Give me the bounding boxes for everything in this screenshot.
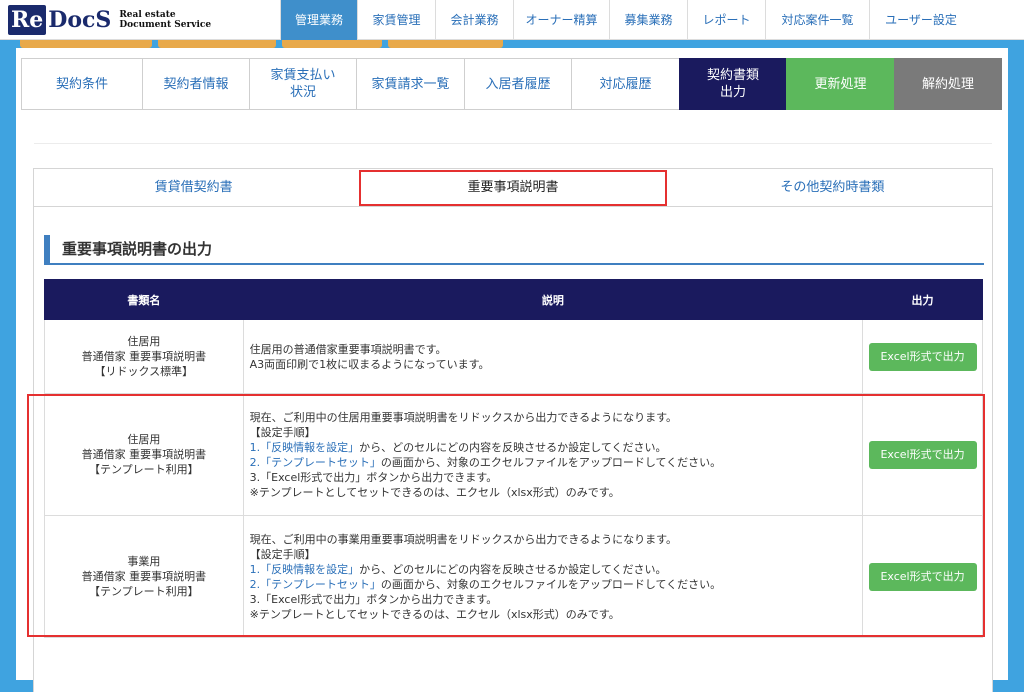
col-header-name: 書類名	[44, 279, 244, 320]
desc-line: 3.「Excel形式で出力」ボタンから出力できます。	[249, 470, 498, 484]
tab-keiyaku-joken[interactable]: 契約条件	[21, 58, 143, 110]
topnav-taio-anken[interactable]: 対応案件一覧	[765, 0, 869, 40]
desc-line: ※テンプレートとしてセットできるのは、エクセル（xlsx形式）のみです。	[249, 485, 620, 499]
topnav-owner-seisan[interactable]: オーナー精算	[513, 0, 609, 40]
template-set-link[interactable]: 「テンプレートセット」	[260, 578, 381, 591]
desc-line: 住居用の普通借家重要事項説明書です。	[249, 342, 447, 356]
document-panel: 賃貸借契約書 重要事項説明書 その他契約時書類 重要事項説明書の出力 書類名 説…	[33, 168, 993, 692]
step-text: から、どのセルにどの内容を反映させるか設定してください。	[359, 440, 667, 454]
top-nav: 管理業務 家賃管理 会計業務 オーナー精算 募集業務 レポート 対応案件一覧 ユ…	[280, 0, 972, 40]
contract-tabs: 契約条件 契約者情報 家賃支払い 状況 家賃請求一覧 入居者履歴 対応履歴 契約…	[21, 58, 1002, 110]
doc-name-line: 【テンプレート利用】	[88, 585, 199, 598]
doc-name-line: 【テンプレート利用】	[88, 463, 199, 476]
orange-tab[interactable]	[158, 40, 276, 48]
topnav-kanri-gyomu[interactable]: 管理業務	[280, 0, 357, 40]
divider	[34, 143, 992, 144]
doc-name-line: 住居用	[127, 433, 161, 446]
logo-sub-line1: Real estate	[119, 10, 176, 20]
topnav-boshu-gyomu[interactable]: 募集業務	[609, 0, 687, 40]
step-number: 2.	[249, 577, 261, 591]
step-number: 1.	[249, 440, 261, 454]
doc-name-line: 普通借家 重要事項説明書	[81, 570, 207, 583]
logo-sub-line2: Document Service	[119, 20, 212, 30]
tab-yachin-seikyu[interactable]: 家賃請求一覧	[356, 58, 465, 110]
orange-tab-strip	[20, 40, 503, 48]
doc-name: 事業用 普通借家 重要事項説明書 【テンプレート利用】	[44, 515, 244, 638]
topnav-kaikei-gyomu[interactable]: 会計業務	[435, 0, 513, 40]
topnav-yachin-kanri[interactable]: 家賃管理	[357, 0, 435, 40]
output-cell: Excel形式で出力	[862, 393, 983, 516]
output-cell: Excel形式で出力	[862, 319, 983, 394]
desc-line: 1.「反映情報を設定」から、どのセルにどの内容を反映させるか設定してください。	[250, 562, 856, 577]
template-set-link[interactable]: 「テンプレートセット」	[260, 456, 381, 469]
redocs-logo[interactable]: Re DocS Real estate Document Service	[8, 4, 211, 36]
desc-line: 1.「反映情報を設定」から、どのセルにどの内容を反映させるか設定してください。	[250, 440, 856, 455]
logo-subtitle: Real estate Document Service	[119, 10, 211, 30]
table-row: 住居用 普通借家 重要事項説明書 【テンプレート利用】 現在、ご利用中の住居用重…	[44, 393, 983, 516]
step-text: の画面から、対象のエクセルファイルをアップロードしてください。	[380, 455, 722, 469]
topnav-user-settings[interactable]: ユーザー設定	[869, 0, 972, 40]
tab-nyukyosha-rireki[interactable]: 入居者履歴	[464, 58, 572, 110]
col-header-out: 出力	[862, 279, 983, 320]
main-panel: 契約条件 契約者情報 家賃支払い 状況 家賃請求一覧 入居者履歴 対応履歴 契約…	[16, 48, 1008, 692]
topnav-report[interactable]: レポート	[687, 0, 765, 40]
doc-name: 住居用 普通借家 重要事項説明書 【リドックス標準】	[44, 319, 244, 394]
desc-line: 2.「テンプレートセット」の画面から、対象のエクセルファイルをアップロードしてく…	[250, 455, 856, 470]
output-cell: Excel形式で出力	[862, 515, 983, 638]
desc-line: ※テンプレートとしてセットできるのは、エクセル（xlsx形式）のみです。	[249, 607, 620, 621]
table-row: 住居用 普通借家 重要事項説明書 【リドックス標準】 住居用の普通借家重要事項説…	[44, 319, 983, 394]
doc-name: 住居用 普通借家 重要事項説明書 【テンプレート利用】	[44, 393, 244, 516]
top-header: Re DocS Real estate Document Service 管理業…	[0, 0, 1024, 40]
doc-description: 現在、ご利用中の事業用重要事項説明書をリドックスから出力できるようになります。 …	[242, 515, 864, 638]
excel-export-button[interactable]: Excel形式で出力	[868, 342, 977, 371]
orange-tab[interactable]	[282, 40, 382, 48]
excel-export-button[interactable]: Excel形式で出力	[868, 562, 977, 591]
desc-line: 現在、ご利用中の住居用重要事項説明書をリドックスから出力できるようになります。	[249, 410, 678, 424]
orange-tab[interactable]	[388, 40, 503, 48]
doc-name-line: 【リドックス標準】	[94, 365, 194, 378]
cancellation-button[interactable]: 解約処理	[894, 58, 1002, 110]
logo-docs: DocS	[48, 7, 112, 33]
reflect-settings-link[interactable]: 「反映情報を設定」	[260, 441, 359, 454]
desc-line: A3両面印刷で1枚に収まるようになっています。	[249, 357, 490, 371]
section-title: 重要事項説明書の出力	[44, 235, 984, 265]
document-tabs: 賃貸借契約書 重要事項説明書 その他契約時書類	[34, 169, 992, 207]
desc-line: 【設定手順】	[249, 425, 316, 439]
doc-name-line: 普通借家 重要事項説明書	[81, 350, 207, 363]
col-header-desc: 説明	[242, 279, 864, 320]
doc-description: 現在、ご利用中の住居用重要事項説明書をリドックスから出力できるようになります。 …	[242, 393, 864, 516]
tab-yachin-shiharai[interactable]: 家賃支払い 状況	[249, 58, 357, 110]
desc-line: 現在、ご利用中の事業用重要事項説明書をリドックスから出力できるようになります。	[249, 532, 678, 546]
renewal-button[interactable]: 更新処理	[786, 58, 895, 110]
step-number: 1.	[249, 562, 261, 576]
tab-keiyakusha-joho[interactable]: 契約者情報	[142, 58, 250, 110]
orange-tab[interactable]	[20, 40, 152, 48]
tab-sonota-shorui[interactable]: その他契約時書類	[673, 169, 992, 206]
step-text: から、どのセルにどの内容を反映させるか設定してください。	[359, 562, 667, 576]
step-text: の画面から、対象のエクセルファイルをアップロードしてください。	[380, 577, 722, 591]
doc-name-line: 普通借家 重要事項説明書	[81, 448, 207, 461]
tab-chintai-keiyaku[interactable]: 賃貸借契約書	[34, 169, 353, 206]
tab-taio-rireki[interactable]: 対応履歴	[571, 58, 680, 110]
logo-re: Re	[8, 5, 47, 35]
tab-keiyaku-shorui[interactable]: 契約書類 出力	[679, 58, 787, 110]
desc-line: 3.「Excel形式で出力」ボタンから出力できます。	[249, 592, 498, 606]
reflect-settings-link[interactable]: 「反映情報を設定」	[260, 563, 359, 576]
doc-description: 住居用の普通借家重要事項説明書です。 A3両面印刷で1枚に収まるようになっていま…	[242, 319, 864, 394]
table-row: 事業用 普通借家 重要事項説明書 【テンプレート利用】 現在、ご利用中の事業用重…	[44, 515, 983, 638]
step-number: 2.	[249, 455, 261, 469]
desc-line: 【設定手順】	[249, 547, 316, 561]
desc-line: 2.「テンプレートセット」の画面から、対象のエクセルファイルをアップロードしてく…	[250, 577, 856, 592]
doc-name-line: 事業用	[127, 555, 161, 568]
excel-export-button[interactable]: Excel形式で出力	[868, 440, 977, 469]
documents-table: 書類名 説明 出力 住居用 普通借家 重要事項説明書 【リドックス標準】 住居用…	[44, 279, 983, 638]
tab-juyo-jiko[interactable]: 重要事項説明書	[353, 169, 672, 206]
doc-name-line: 住居用	[127, 335, 161, 348]
